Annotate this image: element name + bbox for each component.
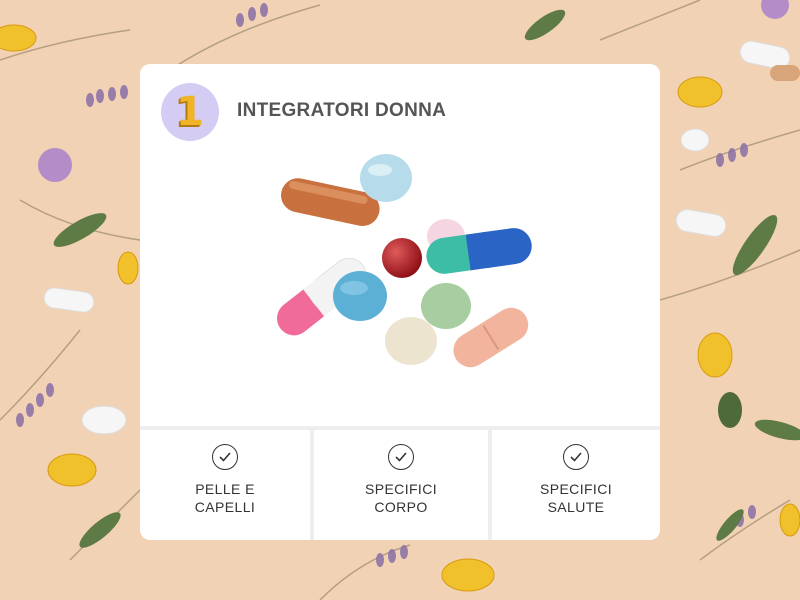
features-row: PELLE E CAPELLI SPECIFICI CORPO SPECIFIC… xyxy=(140,426,660,540)
pills-capsules-image xyxy=(276,154,532,368)
check-circle-icon xyxy=(212,444,238,470)
product-card[interactable]: 1 INTEGRATORI DONNA PELLE E CAPELLI SPEC… xyxy=(140,64,660,540)
feature-label: SPECIFICI SALUTE xyxy=(539,481,613,515)
feature-label: SPECIFICI CORPO xyxy=(364,481,438,515)
feature-item[interactable]: SPECIFICI SALUTE xyxy=(488,430,660,540)
rank-number: 1 xyxy=(176,89,204,135)
check-circle-icon xyxy=(563,444,589,470)
feature-label: PELLE E CAPELLI xyxy=(194,481,256,515)
feature-item[interactable]: SPECIFICI CORPO xyxy=(310,430,488,540)
check-circle-icon xyxy=(388,444,414,470)
feature-item[interactable]: PELLE E CAPELLI xyxy=(140,430,310,540)
card-title: INTEGRATORI DONNA xyxy=(237,100,447,121)
rank-badge: 1 xyxy=(161,83,219,141)
